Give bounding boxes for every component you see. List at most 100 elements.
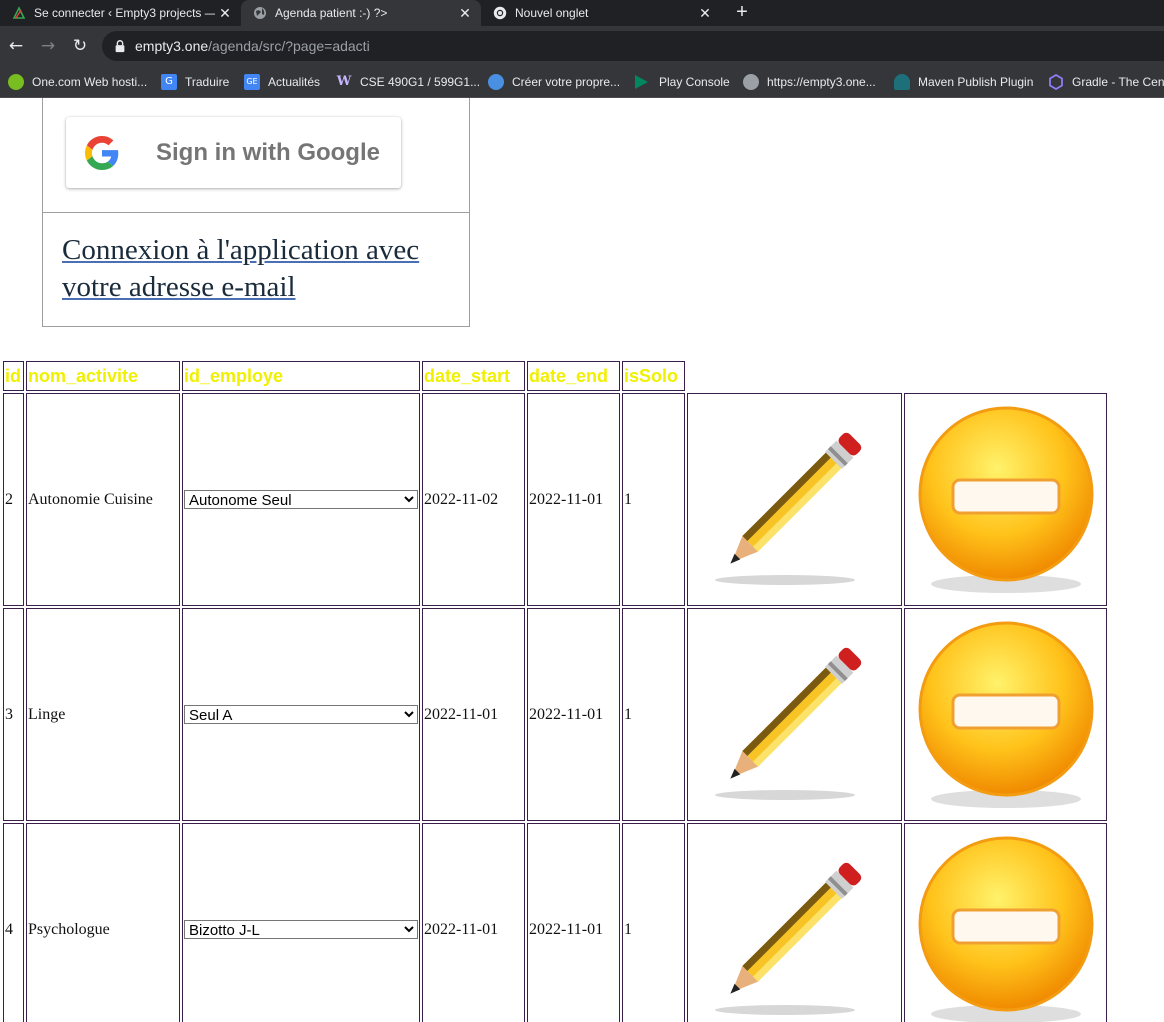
globe-icon [743, 74, 759, 90]
bookmark-label: Gradle - The Cent [1072, 75, 1164, 89]
employe-select[interactable]: Seul A [184, 704, 418, 724]
translate-icon: G [161, 74, 177, 90]
table-row: 4 Psychologue Bizotto J-L 2022-11-01 202… [3, 823, 1107, 1022]
activities-table: id nom_activite id_employe date_start da… [1, 359, 1109, 1022]
bookmark-wix[interactable]: Créer votre propre... [488, 72, 620, 92]
table-header-row: id nom_activite id_employe date_start da… [3, 361, 1107, 391]
minus-circle-icon [918, 406, 1094, 593]
cell-id: 3 [3, 608, 24, 821]
cell-date-end: 2022-11-01 [527, 608, 620, 821]
minus-circle-icon [918, 836, 1094, 1022]
browser-toolbar: ← → ↻ empty3.one/agenda/src/?page=adacti [0, 26, 1164, 66]
login-panel: Sign in with Google Connexion à l'applic… [42, 98, 470, 327]
tab-agenda-patient[interactable]: Agenda patient :-) ?> ✕ [241, 0, 481, 26]
login-divider [43, 212, 469, 213]
bookmark-label: Maven Publish Plugin [918, 75, 1034, 89]
table-row: 3 Linge Seul A 2022-11-01 2022-11-01 1 [3, 608, 1107, 821]
edit-cell[interactable] [687, 608, 902, 821]
globe-icon [254, 7, 266, 19]
minus-circle-icon [918, 621, 1094, 808]
bookmark-cse490[interactable]: W CSE 490G1 / 599G1... [336, 72, 480, 92]
employe-select[interactable]: Bizotto J-L [184, 919, 418, 939]
close-tab-icon[interactable]: ✕ [215, 5, 235, 22]
gradle-elephant-icon [894, 74, 910, 90]
bookmark-label: Traduire [185, 75, 230, 89]
bookmark-play-console[interactable]: Play Console [635, 72, 730, 92]
edit-button[interactable] [689, 609, 900, 820]
edit-button[interactable] [689, 394, 900, 605]
cell-date-start: 2022-11-02 [422, 393, 525, 606]
lock-icon [115, 40, 125, 53]
bookmark-label: Actualités [268, 75, 321, 89]
table-row: 2 Autonomie Cuisine Autonome Seul 2022-1… [3, 393, 1107, 606]
google-sign-in-label: Sign in with Google [156, 138, 380, 166]
pencil-icon [715, 432, 862, 585]
edit-button[interactable] [689, 824, 900, 1022]
tab-title: Nouvel onglet [515, 6, 589, 20]
cell-id: 2 [3, 393, 24, 606]
cell-issolo: 1 [622, 823, 685, 1022]
new-tab-button[interactable]: + [731, 1, 753, 23]
bookmark-traduire[interactable]: G Traduire [161, 72, 229, 92]
google-sign-in-button[interactable]: Sign in with Google [66, 117, 401, 188]
google-news-icon: GE [244, 74, 260, 90]
column-header-id: id [3, 361, 24, 391]
cell-date-end: 2022-11-01 [527, 393, 620, 606]
empty3-favicon-icon [12, 6, 26, 19]
cell-date-end: 2022-11-01 [527, 823, 620, 1022]
delete-button[interactable] [906, 394, 1105, 605]
uw-icon: W [336, 74, 352, 89]
column-header-id-employe: id_employe [182, 361, 420, 391]
column-header-date-end: date_end [527, 361, 620, 391]
cell-date-start: 2022-11-01 [422, 608, 525, 821]
bookmark-label: CSE 490G1 / 599G1... [360, 75, 481, 89]
cell-id-employe: Seul A [182, 608, 420, 821]
close-tab-icon[interactable]: ✕ [695, 5, 715, 22]
tab-title: Se connecter ‹ Empty3 projects — [34, 6, 215, 20]
cell-nom-activite: Psychologue [26, 823, 180, 1022]
bookmark-label: https://empty3.one... [767, 75, 876, 89]
bookmark-label: Play Console [659, 75, 730, 89]
cell-issolo: 1 [622, 608, 685, 821]
tab-strip: Se connecter ‹ Empty3 projects — ✕ Agend… [0, 0, 1164, 26]
onecom-icon [8, 74, 24, 90]
email-login-link[interactable]: Connexion à l'application avec votre adr… [62, 232, 462, 306]
bookmark-actualites[interactable]: GE Actualités [244, 72, 320, 92]
bookmark-maven-publish[interactable]: Maven Publish Plugin [894, 72, 1033, 92]
bookmarks-bar: One.com Web hosti... G Traduire GE Actua… [0, 66, 1164, 98]
bookmark-empty3[interactable]: https://empty3.one... [743, 72, 876, 92]
close-tab-icon[interactable]: ✕ [455, 5, 475, 22]
chrome-icon [493, 6, 507, 20]
delete-button[interactable] [906, 824, 1105, 1022]
delete-cell[interactable] [904, 823, 1107, 1022]
column-header-date-start: date_start [422, 361, 525, 391]
google-logo-icon [85, 135, 119, 170]
forward-icon[interactable]: → [38, 35, 58, 57]
delete-cell[interactable] [904, 608, 1107, 821]
cell-issolo: 1 [622, 393, 685, 606]
edit-cell[interactable] [687, 393, 902, 606]
bookmark-label: Créer votre propre... [512, 75, 621, 89]
pencil-icon [715, 647, 862, 800]
back-icon[interactable]: ← [6, 35, 26, 57]
address-bar[interactable]: empty3.one/agenda/src/?page=adacti [102, 31, 1164, 61]
tab-new-tab[interactable]: Nouvel onglet ✕ [481, 0, 721, 26]
edit-cell[interactable] [687, 823, 902, 1022]
delete-button[interactable] [906, 609, 1105, 820]
reload-icon[interactable]: ↻ [70, 35, 90, 57]
bookmark-onecom[interactable]: One.com Web hosti... [8, 72, 147, 92]
bookmark-label: One.com Web hosti... [32, 75, 148, 89]
cell-id-employe: Autonome Seul [182, 393, 420, 606]
cell-date-start: 2022-11-01 [422, 823, 525, 1022]
delete-cell[interactable] [904, 393, 1107, 606]
url-path: /agenda/src/?page=adacti [208, 38, 370, 54]
hexagon-icon [1049, 74, 1063, 90]
play-console-icon [635, 75, 648, 89]
bookmark-gradle[interactable]: Gradle - The Cent [1048, 72, 1164, 92]
cell-nom-activite: Autonomie Cuisine [26, 393, 180, 606]
employe-select[interactable]: Autonome Seul [184, 489, 418, 509]
wix-icon [488, 74, 504, 90]
cell-nom-activite: Linge [26, 608, 180, 821]
cell-id-employe: Bizotto J-L [182, 823, 420, 1022]
tab-empty3-login[interactable]: Se connecter ‹ Empty3 projects — ✕ [0, 0, 241, 26]
